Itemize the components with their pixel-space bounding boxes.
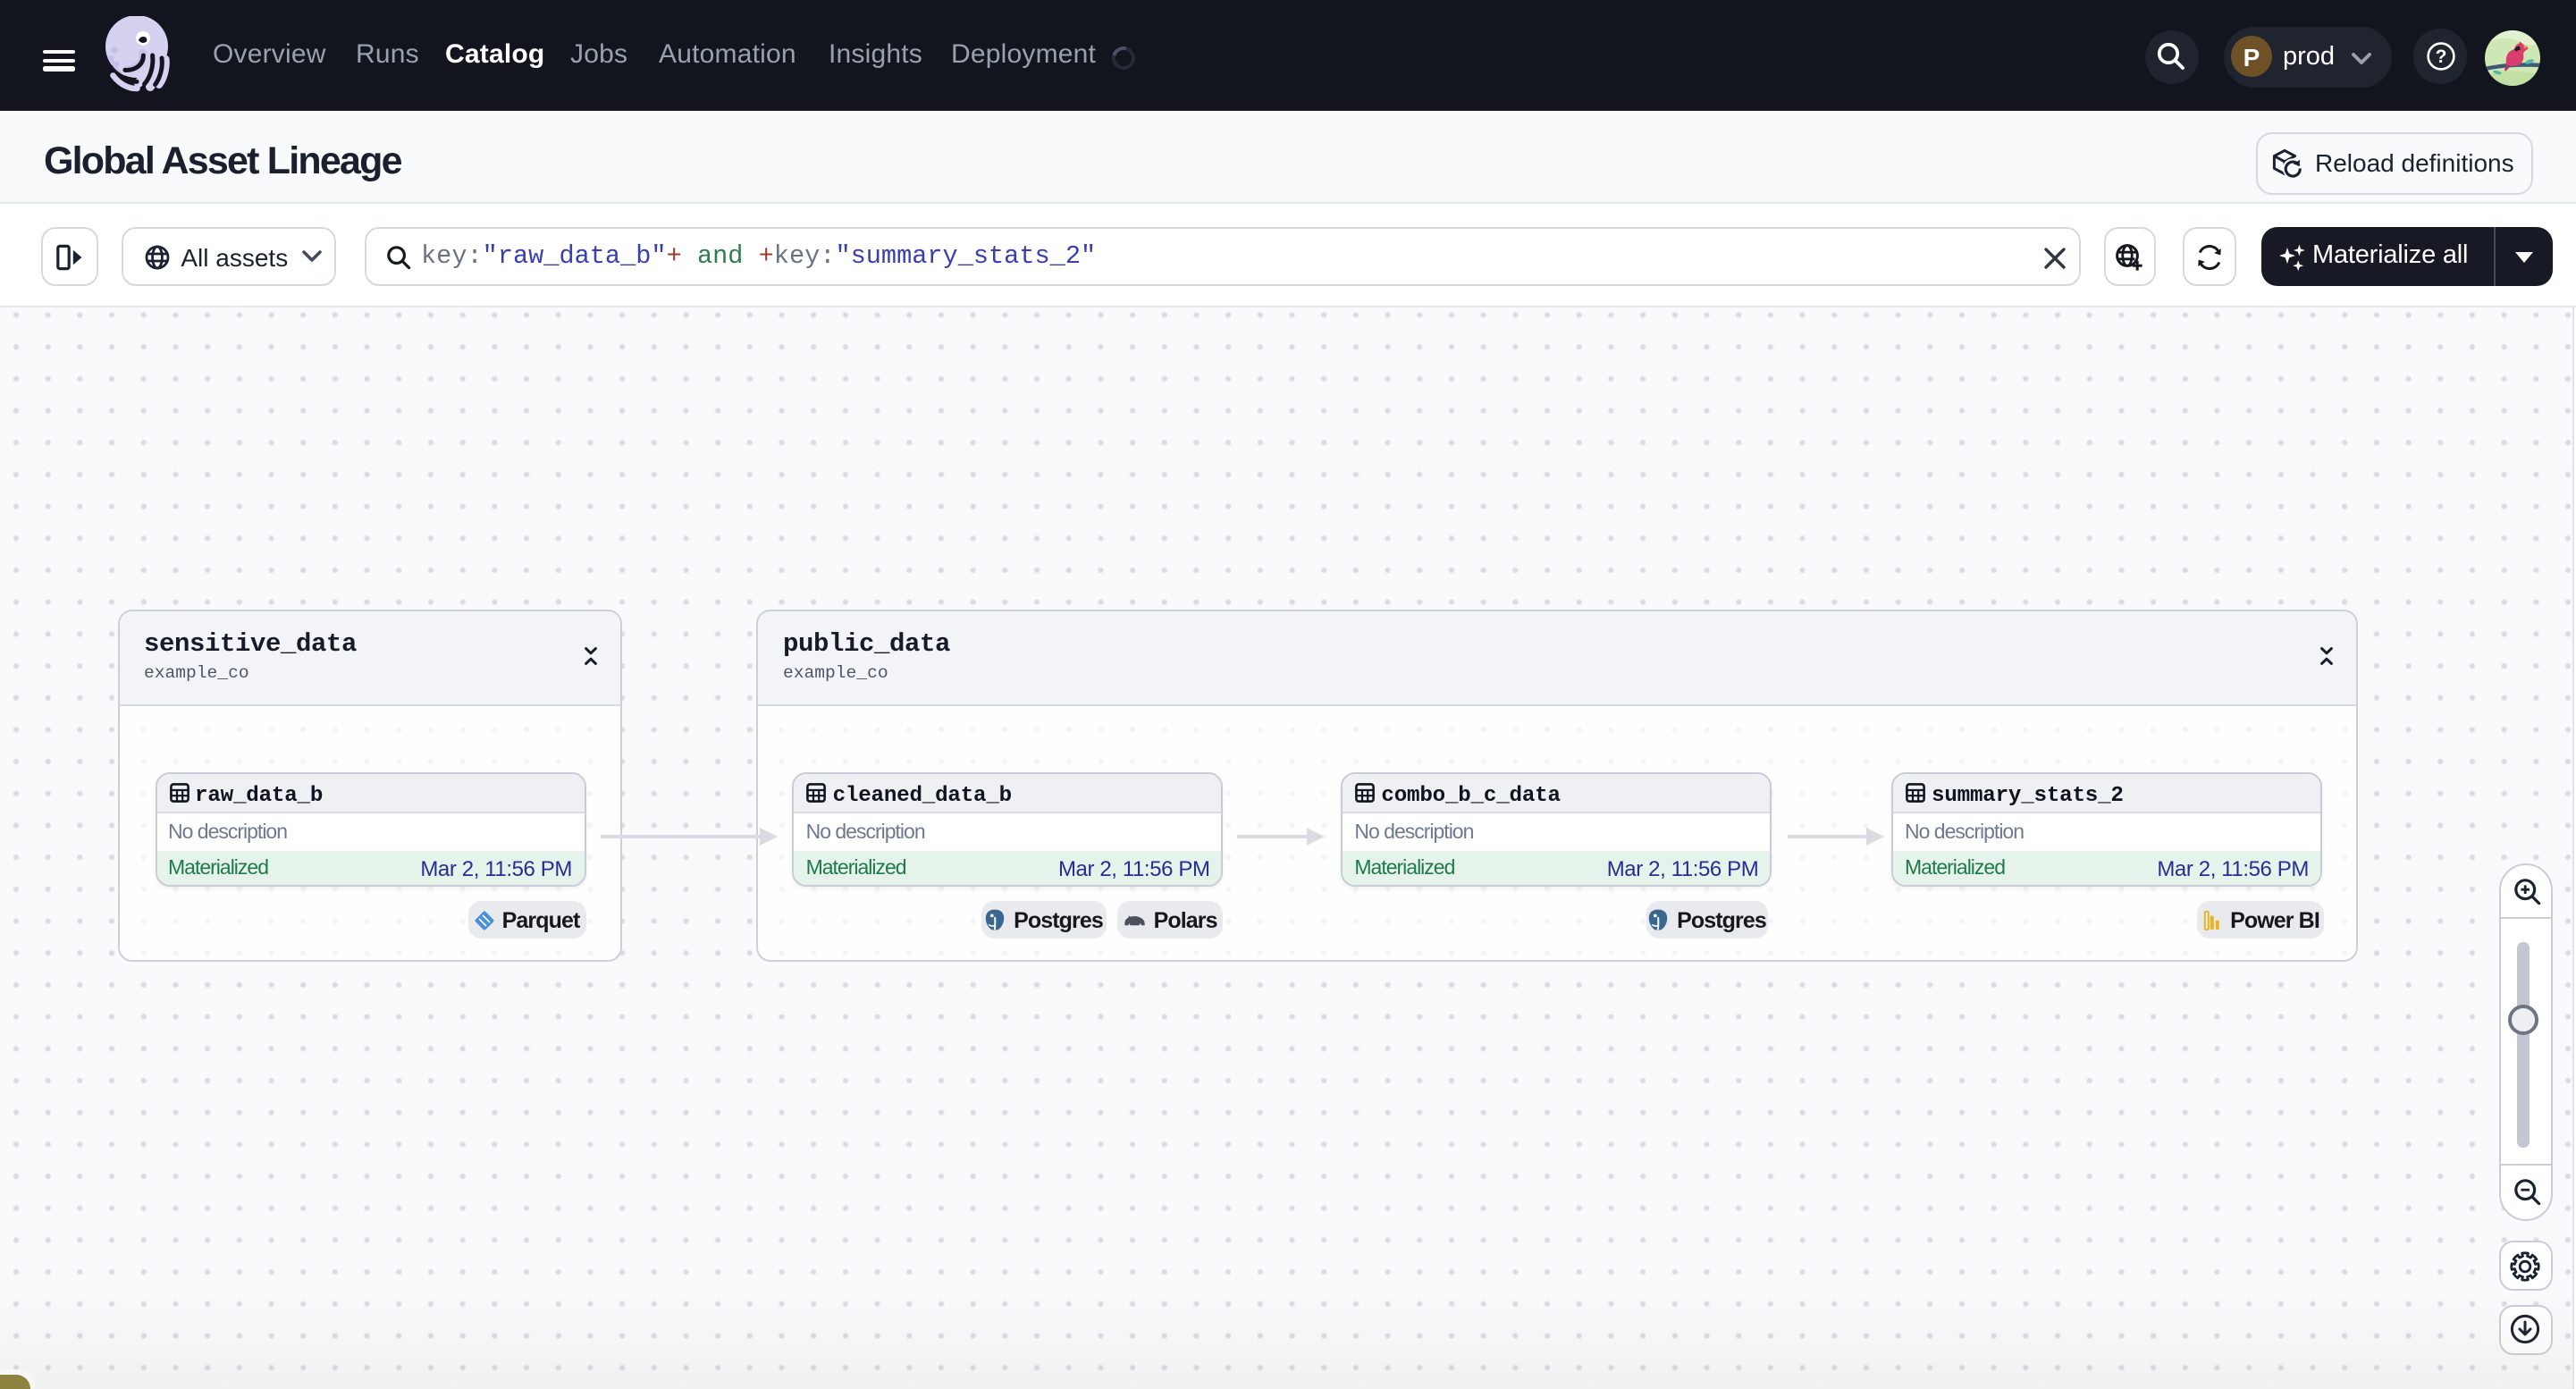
svg-text:?: ? <box>2435 46 2446 67</box>
